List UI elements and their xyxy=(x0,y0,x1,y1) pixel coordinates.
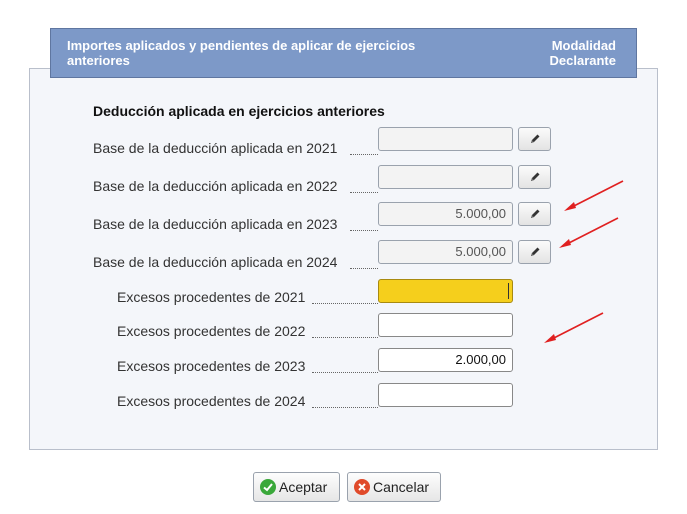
accept-button-label: Aceptar xyxy=(279,479,328,495)
header-mode-line2: Declarante xyxy=(549,53,616,68)
edit-button-2022[interactable] xyxy=(518,165,551,189)
deduction-label-2021: Base de la deducción aplicada en 2021 xyxy=(93,140,338,156)
leader-dots xyxy=(350,192,378,193)
deduction-label-2023: Base de la deducción aplicada en 2023 xyxy=(93,216,338,232)
leader-dots xyxy=(312,407,378,408)
annotation-arrow-icon xyxy=(544,312,604,343)
edit-button-2024[interactable] xyxy=(518,240,551,264)
check-circle-icon xyxy=(260,479,276,495)
pencil-icon xyxy=(531,247,540,256)
deduction-field-2022[interactable] xyxy=(378,165,513,189)
header-title-line1: Importes aplicados y pendientes de aplic… xyxy=(67,38,416,53)
header-title-line2: anteriores xyxy=(67,53,130,68)
excess-label-2022: Excesos procedentes de 2022 xyxy=(117,323,306,339)
excess-field-2023[interactable]: 2.000,00 xyxy=(378,348,513,372)
leader-dots xyxy=(312,303,378,304)
section-title: Deducción aplicada en ejercicios anterio… xyxy=(93,103,385,119)
leader-dots xyxy=(350,230,378,231)
excess-field-2022[interactable] xyxy=(378,313,513,337)
annotation-arrow-icon xyxy=(559,217,619,248)
x-circle-icon xyxy=(354,479,370,495)
header-title: Importes aplicados y pendientes de aplic… xyxy=(67,38,467,68)
dialog-header: Importes aplicados y pendientes de aplic… xyxy=(50,28,637,78)
deduction-field-2023[interactable]: 5.000,00 xyxy=(378,202,513,226)
excess-field-2021[interactable] xyxy=(378,279,513,303)
cancel-button[interactable]: Cancelar xyxy=(347,472,441,502)
leader-dots xyxy=(312,372,378,373)
excess-label-2024: Excesos procedentes de 2024 xyxy=(117,393,306,409)
deduction-label-2024: Base de la deducción aplicada en 2024 xyxy=(93,254,338,270)
deduction-field-2024[interactable]: 5.000,00 xyxy=(378,240,513,264)
pencil-icon xyxy=(531,172,540,181)
leader-dots xyxy=(312,337,378,338)
edit-button-2023[interactable] xyxy=(518,202,551,226)
header-mode: Modalidad Declarante xyxy=(550,38,616,68)
excess-label-2021: Excesos procedentes de 2021 xyxy=(117,289,306,305)
cancel-button-label: Cancelar xyxy=(373,479,430,495)
pencil-icon xyxy=(531,209,540,218)
pencil-icon xyxy=(531,134,540,143)
excess-label-2023: Excesos procedentes de 2023 xyxy=(117,358,306,374)
deduction-label-2022: Base de la deducción aplicada en 2022 xyxy=(93,178,338,194)
annotation-arrow-icon xyxy=(564,180,624,211)
leader-dots xyxy=(350,268,378,269)
edit-button-2021[interactable] xyxy=(518,127,551,151)
header-mode-line1: Modalidad xyxy=(551,38,616,53)
accept-button[interactable]: Aceptar xyxy=(253,472,340,502)
deduction-field-2021[interactable] xyxy=(378,127,513,151)
excess-field-2024[interactable] xyxy=(378,383,513,407)
leader-dots xyxy=(350,154,378,155)
